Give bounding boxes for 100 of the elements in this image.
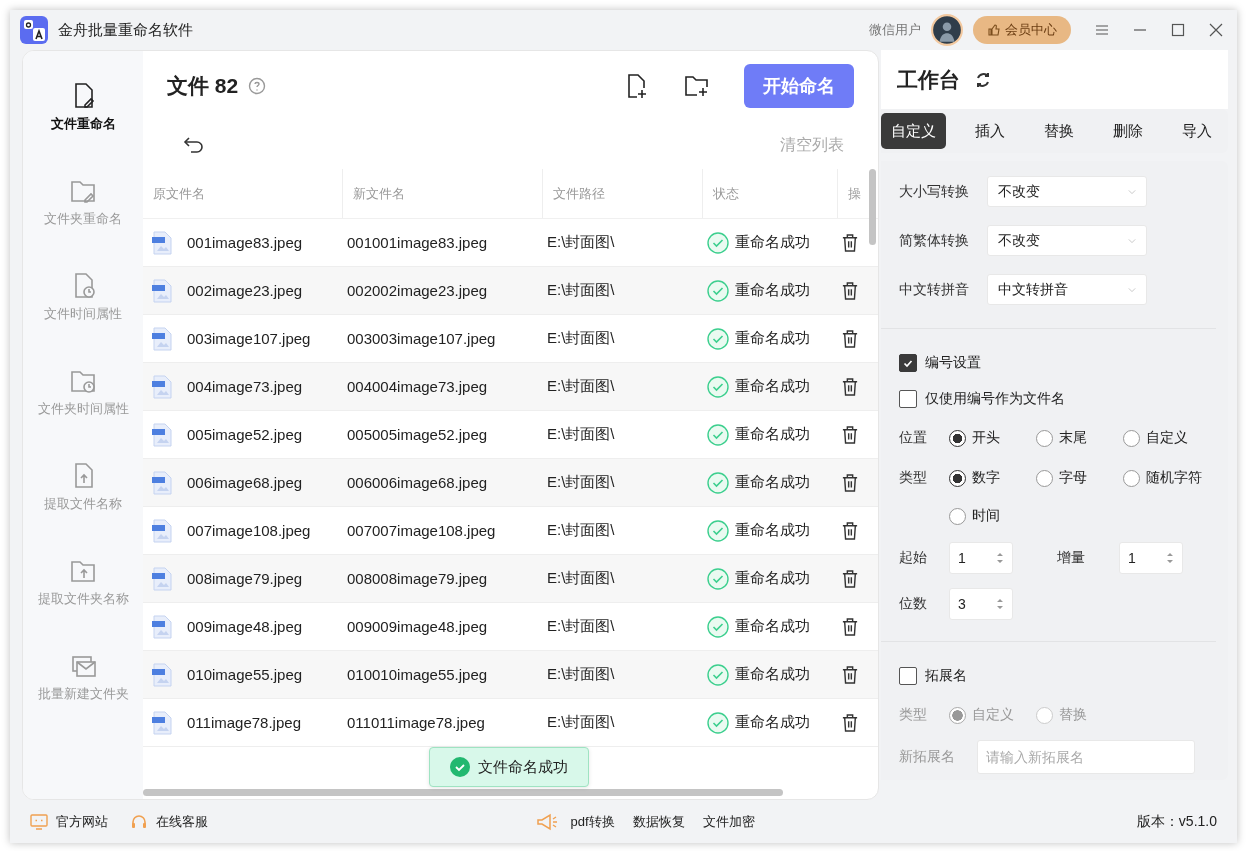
table-cell: 009009image48.jpeg xyxy=(347,618,488,635)
window-title: 金舟批量重命名软件 xyxy=(58,20,193,40)
table-cell: 008008image79.jpeg xyxy=(347,570,488,587)
radio-option[interactable]: 时间 xyxy=(948,497,1036,535)
table-cell: 重命名成功 xyxy=(735,233,810,252)
delete-icon[interactable] xyxy=(842,377,858,396)
table-cell: 001001image83.jpeg xyxy=(347,234,488,251)
add-folder-icon[interactable] xyxy=(684,73,710,99)
checkbox-label: 仅使用编号作为文件名 xyxy=(925,390,1065,408)
image-file-icon xyxy=(151,422,173,447)
table-cell-text: 011image78.jpeg xyxy=(187,713,302,732)
table-cell: 007007image108.jpeg xyxy=(347,522,496,539)
footer-link[interactable]: pdf转换 xyxy=(570,812,615,831)
refresh-icon[interactable] xyxy=(974,70,992,89)
dropdown[interactable]: 不改变 xyxy=(987,225,1147,256)
image-file-icon xyxy=(151,326,173,351)
close-icon[interactable] xyxy=(1209,23,1223,37)
image-file-icon xyxy=(151,374,173,399)
toast-message: 文件命名成功 xyxy=(478,757,568,777)
number-input[interactable]: 3 xyxy=(949,588,1013,620)
help-icon[interactable] xyxy=(248,77,267,95)
check-circle-icon xyxy=(450,757,470,777)
table-cell: 004004image73.jpeg xyxy=(347,378,488,395)
delete-icon[interactable] xyxy=(842,233,858,252)
table-cell: E:\封面图\ xyxy=(547,425,615,444)
table-cell-text: 004image73.jpeg xyxy=(187,377,304,396)
column-header: 操 xyxy=(847,184,862,203)
delete-icon[interactable] xyxy=(842,329,858,348)
table-cell: E:\封面图\ xyxy=(547,473,615,492)
dropdown[interactable]: 中文转拼音 xyxy=(987,274,1147,305)
field-label: 类型 xyxy=(899,705,928,724)
table-cell: E:\封面图\ xyxy=(547,233,615,252)
checkbox[interactable] xyxy=(899,390,917,408)
sidebar-item[interactable]: 文件重命名 xyxy=(23,81,143,133)
delete-icon[interactable] xyxy=(842,617,858,636)
field-label: 起始 xyxy=(899,548,928,567)
table-cell: 重命名成功 xyxy=(735,521,810,540)
chevron-down-icon xyxy=(1128,286,1136,293)
radio-option[interactable]: 自定义 xyxy=(1122,419,1210,457)
table-cell: 002002image23.jpeg xyxy=(347,282,488,299)
check-circle-icon xyxy=(707,711,729,734)
check-circle-icon xyxy=(707,663,729,686)
delete-icon[interactable] xyxy=(842,521,858,540)
footer-link[interactable]: 数据恢复 xyxy=(632,812,685,831)
scrollbar[interactable] xyxy=(143,789,783,796)
field-label: 类型 xyxy=(899,468,928,487)
radio-option[interactable]: 字母 xyxy=(1035,459,1123,497)
radio-option[interactable]: 数字 xyxy=(948,459,1036,497)
number-input[interactable]: 1 xyxy=(949,542,1013,574)
dropdown[interactable]: 不改变 xyxy=(987,176,1147,207)
radio-option[interactable]: 随机字符 xyxy=(1122,459,1210,497)
spinner-arrows-icon xyxy=(1166,551,1174,565)
image-file-icon xyxy=(151,470,173,495)
checkbox[interactable] xyxy=(899,354,917,372)
delete-icon[interactable] xyxy=(842,713,858,732)
footer-link[interactable]: 文件加密 xyxy=(702,812,755,831)
delete-icon[interactable] xyxy=(842,281,858,300)
table-cell: E:\封面图\ xyxy=(547,281,615,300)
delete-icon[interactable] xyxy=(842,569,858,588)
tab[interactable]: 导入 xyxy=(1172,113,1222,149)
undo-icon[interactable] xyxy=(183,136,205,154)
number-input[interactable]: 1 xyxy=(1119,542,1183,574)
app-logo-icon xyxy=(20,16,48,44)
table-cell: 006006image68.jpeg xyxy=(347,474,488,491)
radio-option[interactable]: 末尾 xyxy=(1035,419,1123,457)
avatar-icon[interactable] xyxy=(931,14,963,46)
headset-icon xyxy=(130,813,148,830)
check-circle-icon xyxy=(707,231,729,254)
tab[interactable]: 删除 xyxy=(1103,113,1153,149)
tab[interactable]: 替换 xyxy=(1034,113,1084,149)
maximize-icon[interactable] xyxy=(1171,23,1185,37)
check-circle-icon xyxy=(707,279,729,302)
field-label: 位置 xyxy=(899,428,928,447)
delete-icon[interactable] xyxy=(842,473,858,492)
tab[interactable]: 自定义 xyxy=(881,113,946,149)
radio-option[interactable]: 开头 xyxy=(948,419,1036,457)
file-count-title: 文件 82 xyxy=(167,73,239,99)
table-cell: E:\封面图\ xyxy=(547,377,615,396)
tab[interactable]: 插入 xyxy=(965,113,1015,149)
footer-link[interactable]: 在线客服 xyxy=(130,812,208,831)
column-header: 新文件名 xyxy=(343,169,543,218)
field-label: 增量 xyxy=(1057,548,1086,567)
field-label: 简繁体转换 xyxy=(899,231,970,250)
megaphone-icon xyxy=(534,812,559,831)
delete-icon[interactable] xyxy=(842,665,858,684)
table-cell: 重命名成功 xyxy=(735,281,810,300)
table-cell-text: 005image52.jpeg xyxy=(187,425,304,444)
spinner-arrows-icon xyxy=(996,551,1004,565)
table-cell: 重命名成功 xyxy=(735,329,810,348)
delete-icon[interactable] xyxy=(842,425,858,444)
vip-center-button[interactable]: 会员中心 xyxy=(973,16,1071,44)
footer-link[interactable]: 官方网站 xyxy=(30,812,108,831)
check-circle-icon xyxy=(707,567,729,590)
table-cell: E:\封面图\ xyxy=(547,617,615,636)
start-rename-button[interactable]: 开始命名 xyxy=(744,64,854,108)
scrollbar[interactable] xyxy=(869,169,876,245)
table-cell: E:\封面图\ xyxy=(547,713,615,732)
table-cell: 重命名成功 xyxy=(735,617,810,636)
table-cell: 010010image55.jpeg xyxy=(347,666,488,683)
check-circle-icon xyxy=(707,327,729,350)
